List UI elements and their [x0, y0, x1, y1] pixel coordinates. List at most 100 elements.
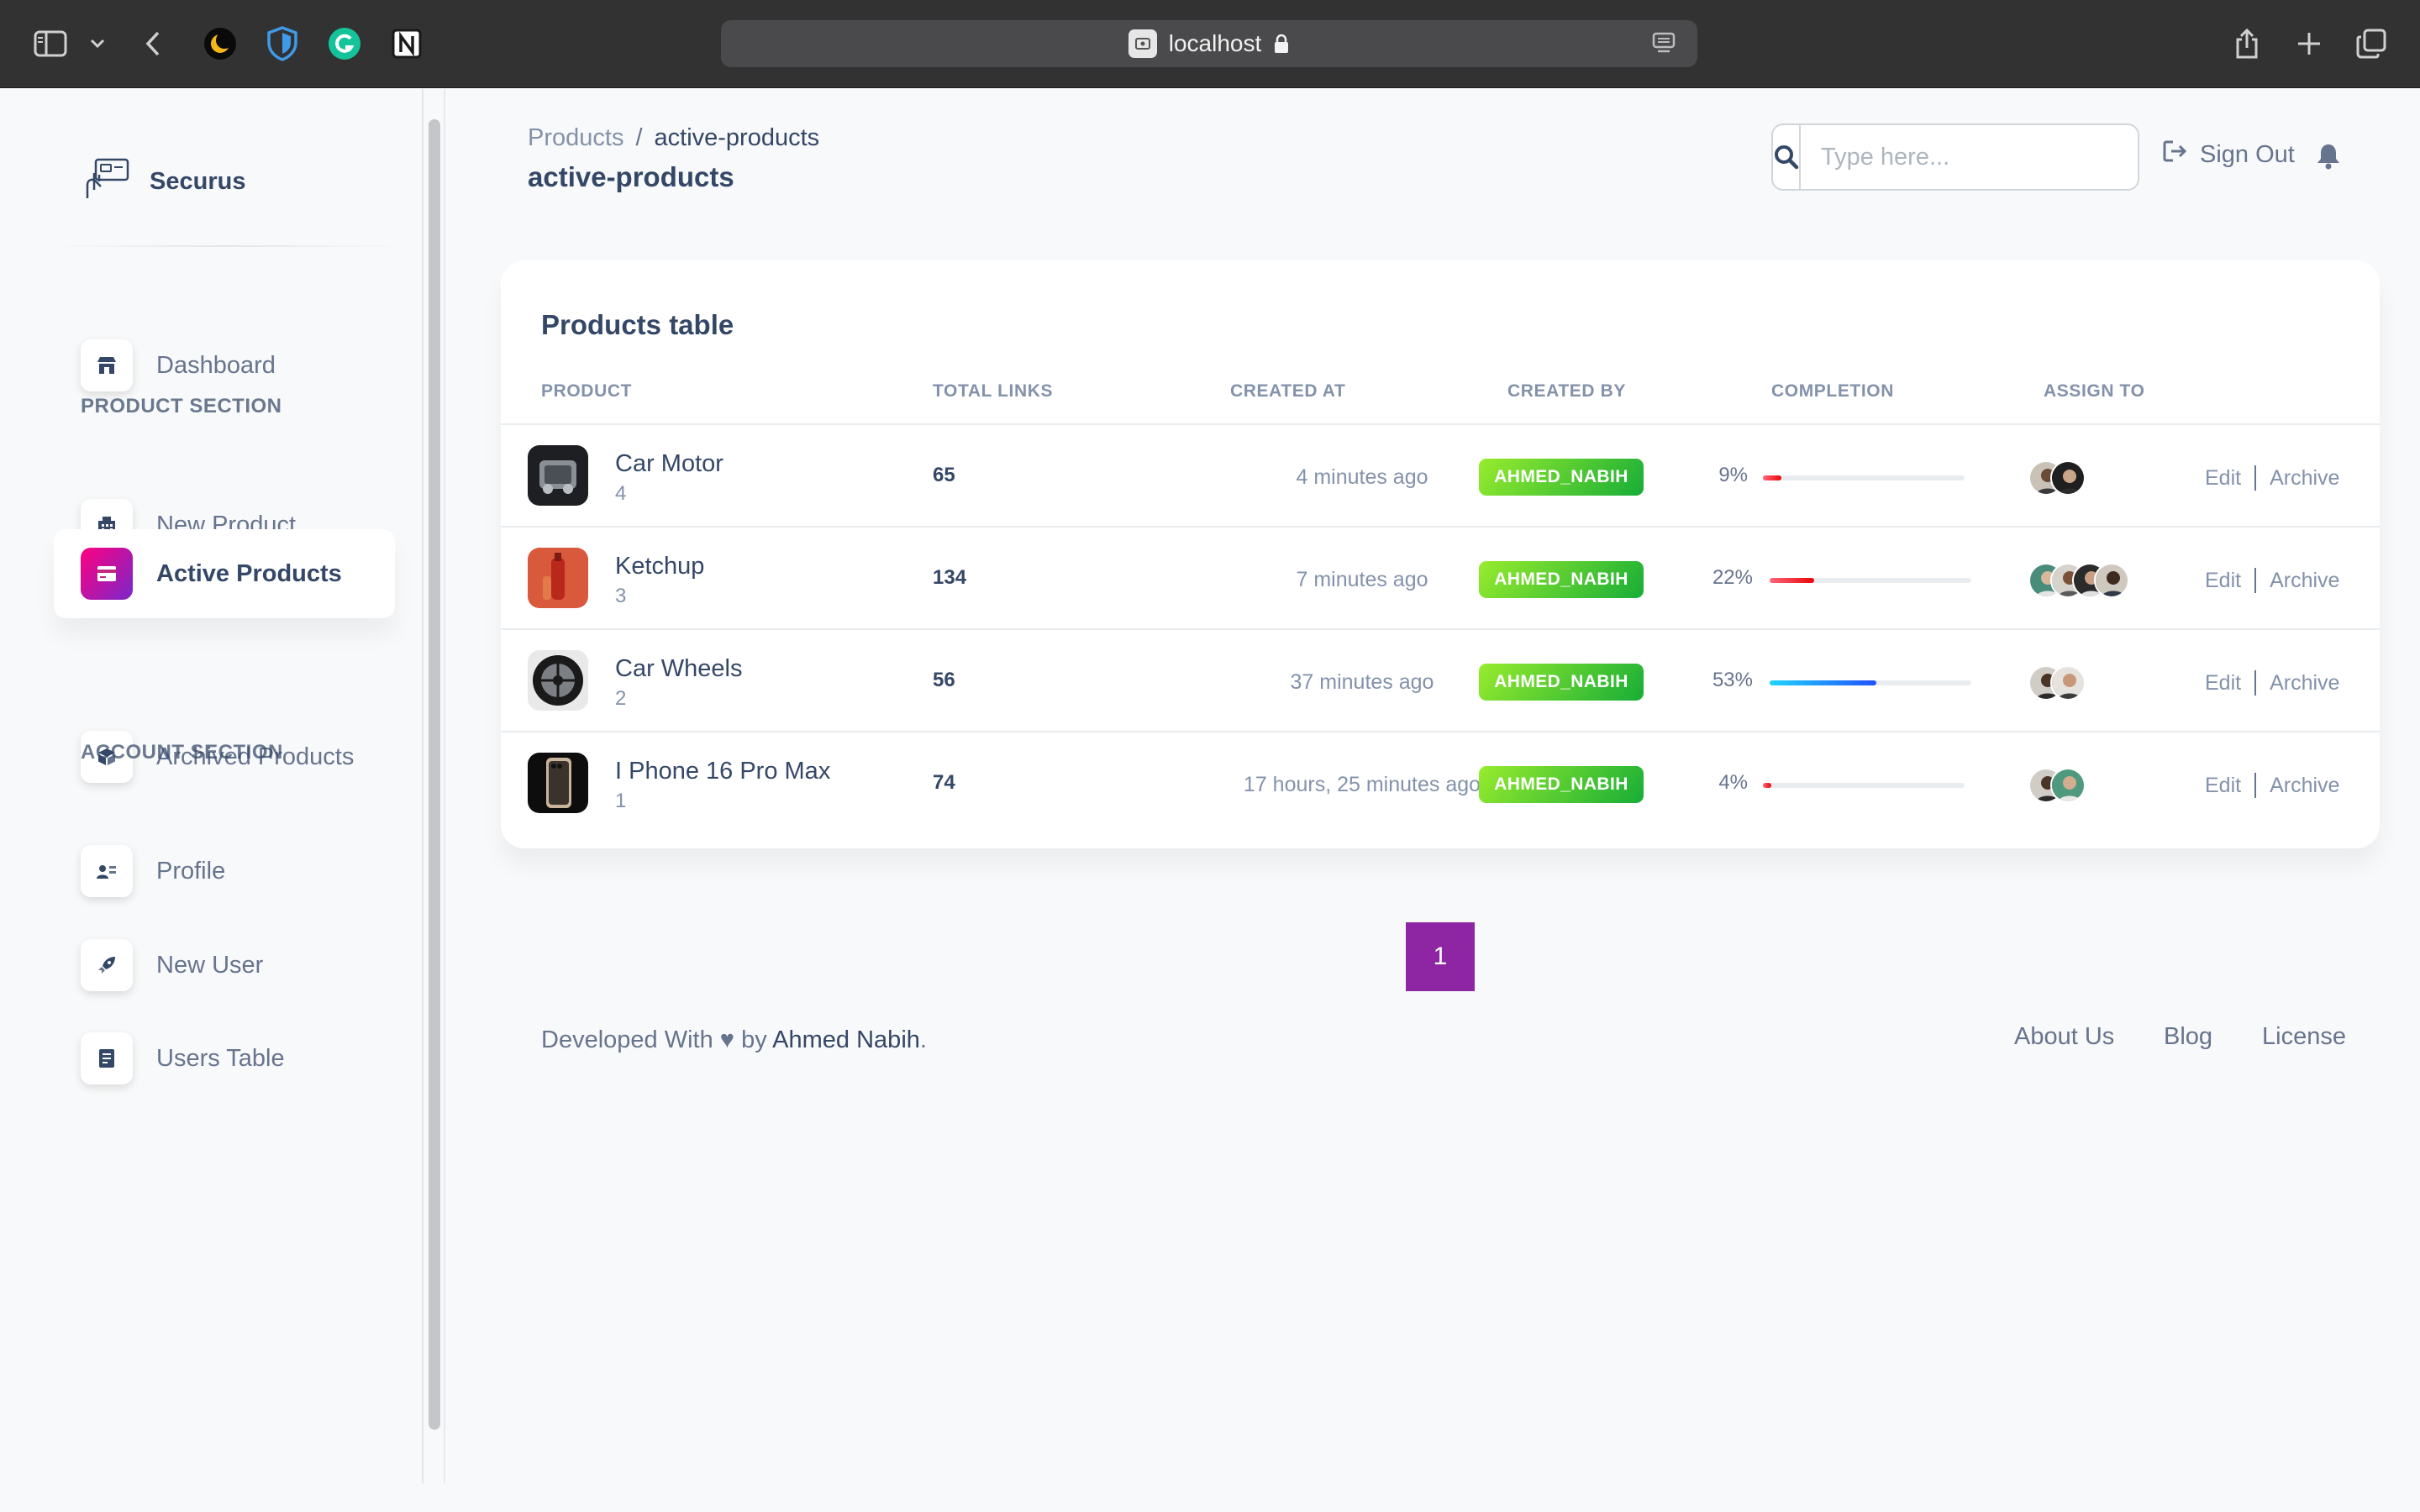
progress-fill [1763, 475, 1781, 480]
new-tab-icon[interactable] [2291, 25, 2328, 62]
footer-period: . [919, 1026, 927, 1053]
search-box [1771, 123, 2139, 191]
chevron-down-icon[interactable] [79, 25, 116, 62]
breadcrumb-root[interactable]: Products [528, 124, 623, 151]
back-icon[interactable] [134, 25, 171, 62]
sidebar-item-profile[interactable]: Profile [54, 827, 395, 916]
assignee-avatars [2028, 665, 2086, 701]
grammarly-extension-icon[interactable] [326, 25, 363, 62]
sidebar-toggle-icon[interactable] [32, 25, 69, 62]
breadcrumb-separator: / [635, 124, 643, 151]
completion-percent: 22% [1712, 566, 1753, 589]
product-thumbnail [528, 650, 588, 711]
product-section-title: PRODUCT SECTION [81, 395, 282, 417]
progress-bar [1763, 475, 1965, 480]
table-row: Ketchup 3 134 7 minutes ago AHMED_NABIH … [501, 526, 2380, 628]
footer-link-license[interactable]: License [2262, 1023, 2346, 1051]
sidebar-item-label: Profile [156, 857, 226, 885]
search-icon[interactable] [1773, 125, 1801, 189]
progress-fill [1770, 578, 1814, 583]
progress-bar [1770, 578, 1971, 583]
archive-link[interactable]: Archive [2270, 671, 2339, 696]
assignee-avatars [2028, 563, 2129, 598]
status-badge: AHMED_NABIH [1479, 766, 1644, 803]
footer-prefix: Developed With [541, 1026, 713, 1053]
archive-link[interactable]: Archive [2270, 466, 2339, 491]
pagination-page-1[interactable]: 1 [1406, 922, 1475, 991]
credit-card-icon [81, 548, 133, 600]
progress-bar [1763, 783, 1965, 788]
bell-icon[interactable] [2316, 143, 2341, 174]
column-header-product: PRODUCT [541, 381, 633, 401]
sidebar-scrollbar[interactable] [429, 119, 440, 1430]
footer-link-blog[interactable]: Blog [2164, 1023, 2212, 1051]
brand-name: Securus [150, 167, 246, 195]
completion-percent: 9% [1718, 464, 1748, 486]
completion-percent: 4% [1718, 771, 1748, 794]
progress-bar [1770, 680, 1971, 685]
sign-out-icon [2163, 139, 2188, 170]
reader-mode-icon[interactable] [1652, 32, 1676, 54]
total-links: 134 [933, 566, 967, 589]
completion-percent: 53% [1712, 669, 1753, 691]
archive-link[interactable]: Archive [2270, 774, 2339, 798]
product-count: 2 [615, 687, 627, 710]
action-divider [2254, 773, 2257, 798]
footer-credits: Developed With ♥ by Ahmed Nabih. [541, 1026, 927, 1054]
heart-icon: ♥ [719, 1026, 734, 1053]
sidebar-item-label: Active Products [156, 559, 342, 587]
notion-extension-icon[interactable] [388, 25, 425, 62]
avatar[interactable] [2050, 768, 2086, 803]
sidebar-item-label: Users Table [156, 1044, 285, 1072]
site-favicon-icon [1128, 29, 1157, 58]
avatar[interactable] [2050, 460, 2086, 496]
edit-link[interactable]: Edit [2205, 569, 2241, 593]
search-input[interactable] [1801, 125, 2138, 189]
product-name: I Phone 16 Pro Max [615, 758, 831, 785]
table-row: Car Motor 4 65 4 minutes ago AHMED_NABIH… [501, 423, 2380, 526]
rocket-icon [81, 939, 133, 991]
row-actions: Edit Archive [2205, 568, 2339, 593]
shield-extension-icon[interactable] [264, 25, 301, 62]
sidebar-item-users-table[interactable]: Users Table [54, 1014, 395, 1103]
footer-link-about-us[interactable]: About Us [2014, 1023, 2114, 1051]
sign-out-label: Sign Out [2200, 140, 2295, 168]
tabs-overview-icon[interactable] [2353, 25, 2390, 62]
sign-out-button[interactable]: Sign Out [2163, 139, 2295, 170]
total-links: 74 [933, 771, 955, 794]
sidebar-item-active-products[interactable]: Active Products [54, 529, 395, 618]
sidebar-item-new-user[interactable]: New User [54, 921, 395, 1010]
action-divider [2254, 568, 2257, 593]
breadcrumb: Products / active-products [528, 124, 819, 152]
assignee-avatars [2028, 768, 2086, 803]
moon-extension-icon[interactable] [202, 25, 239, 62]
row-actions: Edit Archive [2205, 773, 2339, 798]
page-title: active-products [528, 161, 734, 192]
address-bar[interactable]: localhost [721, 20, 1697, 67]
edit-link[interactable]: Edit [2205, 466, 2241, 491]
sidebar-edge-divider [444, 89, 445, 1483]
avatar[interactable] [2094, 563, 2129, 598]
edit-link[interactable]: Edit [2205, 774, 2241, 798]
assignee-avatars [2028, 460, 2086, 496]
status-badge: AHMED_NABIH [1479, 664, 1644, 701]
brand[interactable]: Securus [84, 156, 245, 207]
archive-link[interactable]: Archive [2270, 569, 2339, 593]
status-badge: AHMED_NABIH [1479, 561, 1644, 598]
product-thumbnail [528, 445, 588, 506]
share-icon[interactable] [2228, 25, 2265, 62]
total-links: 65 [933, 464, 955, 486]
avatar[interactable] [2050, 665, 2086, 701]
action-divider [2254, 670, 2257, 696]
product-count: 3 [615, 585, 627, 607]
footer-author-link[interactable]: Ahmed Nabih [772, 1026, 920, 1053]
column-header-created-by: CREATED BY [1507, 381, 1626, 401]
edit-link[interactable]: Edit [2205, 671, 2241, 696]
product-thumbnail [528, 753, 588, 813]
shop-icon [81, 339, 133, 391]
url-text: localhost [1168, 30, 1262, 56]
table-row: Car Wheels 2 56 37 minutes ago AHMED_NAB… [501, 628, 2380, 731]
product-name: Car Wheels [615, 655, 743, 682]
user-card-icon [81, 845, 133, 897]
column-header-created-at: CREATED AT [1230, 381, 1346, 401]
